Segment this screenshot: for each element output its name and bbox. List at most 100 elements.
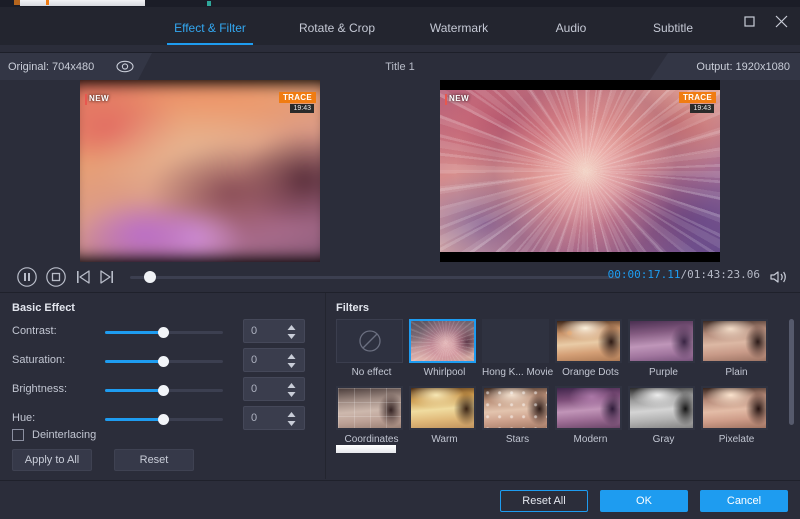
tab-bar: Effect & Filter Rotate & Crop Watermark …: [0, 7, 800, 52]
saturation-stepper[interactable]: 0: [243, 348, 305, 372]
output-video-frame: NEW TRACE 19:43: [440, 90, 720, 252]
overlay-clock-output: 19:43: [690, 104, 714, 113]
filter-thumb-whirlpool: [409, 319, 476, 363]
volume-icon[interactable]: [768, 268, 790, 286]
filters-horizontal-scrollbar[interactable]: [336, 445, 784, 453]
overlay-new-label: NEW: [89, 94, 109, 103]
filter-label-purple: Purple: [628, 367, 699, 378]
saturation-slider-fill: [105, 360, 164, 363]
settings-area: Basic Effect Contrast: 0 Saturation:: [0, 293, 800, 479]
next-frame-icon[interactable]: [98, 268, 116, 286]
brightness-stepper[interactable]: 0: [243, 377, 305, 401]
filter-thumb-no-effect: [336, 319, 403, 363]
filters-panel: Filters No effect: [326, 293, 800, 479]
hue-slider[interactable]: [105, 418, 223, 421]
brightness-slider[interactable]: [105, 389, 223, 392]
brightness-slider-handle[interactable]: [158, 385, 169, 396]
total-time: 01:43:23.06: [687, 268, 760, 281]
contrast-slider-fill: [105, 331, 164, 334]
saturation-value: 0: [251, 354, 257, 366]
tab-rotate-crop[interactable]: Rotate & Crop: [287, 7, 387, 52]
contrast-stepper[interactable]: 0: [243, 319, 305, 343]
tab-audio-label: Audio: [531, 13, 611, 43]
output-resolution-label: Output: 1920x1080: [696, 61, 790, 73]
filter-thumb-stars: [482, 386, 549, 430]
brightness-slider-fill: [105, 389, 164, 392]
pause-icon[interactable]: [16, 266, 38, 288]
overlay-clock: 19:43: [290, 104, 314, 113]
hue-label: Hue:: [12, 412, 35, 424]
filter-item-warm[interactable]: Warm: [409, 386, 480, 445]
tab-audio[interactable]: Audio: [531, 7, 611, 52]
filter-item-orange-dots[interactable]: Orange Dots: [555, 319, 626, 378]
apply-to-all-button[interactable]: Apply to All: [12, 449, 92, 471]
filter-item-coordinates[interactable]: Coordinates: [336, 386, 407, 445]
deinterlacing-checkbox-box[interactable]: [12, 429, 24, 441]
hue-slider-handle[interactable]: [158, 414, 169, 425]
deinterlacing-checkbox[interactable]: Deinterlacing: [12, 429, 96, 441]
filter-thumb-plain: [701, 319, 768, 363]
eye-icon[interactable]: [115, 58, 135, 75]
tab-effect-filter-label: Effect & Filter: [160, 13, 260, 43]
brightness-stepper-arrows[interactable]: [286, 381, 297, 399]
filters-vertical-scrollbar[interactable]: [789, 319, 794, 459]
filter-item-purple[interactable]: Purple: [628, 319, 699, 378]
contrast-label: Contrast:: [12, 325, 57, 337]
filter-item-hong-kong-movie[interactable]: Hong K... Movie: [482, 319, 553, 378]
contrast-stepper-arrows[interactable]: [286, 323, 297, 341]
filter-thumb-hong-kong-movie: [482, 319, 549, 363]
reset-button[interactable]: Reset: [114, 449, 194, 471]
dialog-footer: Reset All OK Cancel: [0, 480, 800, 519]
time-display: 00:00:17.11/01:43:23.06: [608, 268, 760, 281]
tab-effect-filter[interactable]: Effect & Filter: [160, 7, 260, 52]
tab-subtitle[interactable]: Subtitle: [633, 7, 713, 52]
reset-all-button[interactable]: Reset All: [500, 490, 588, 512]
filter-item-pixelate[interactable]: Pixelate: [701, 386, 772, 445]
ok-button[interactable]: OK: [600, 490, 688, 512]
seek-slider[interactable]: [130, 276, 620, 279]
output-frame-image: [440, 90, 720, 252]
filters-horizontal-scrollbar-thumb[interactable]: [336, 445, 396, 453]
filter-thumb-modern: [555, 386, 622, 430]
original-resolution-label: Original: 704x480: [8, 61, 94, 73]
saturation-slider[interactable]: [105, 360, 223, 363]
background-window-strip: [0, 0, 800, 7]
original-preview[interactable]: NEW TRACE 19:43: [80, 80, 320, 262]
current-time: 00:00:17.11: [608, 268, 681, 281]
filter-item-plain[interactable]: Plain: [701, 319, 772, 378]
basic-effect-panel: Basic Effect Contrast: 0 Saturation:: [0, 293, 325, 479]
filter-item-no-effect[interactable]: No effect: [336, 319, 407, 378]
filter-thumb-purple: [628, 319, 695, 363]
overlay-new-label-output: NEW: [449, 94, 469, 103]
filter-item-gray[interactable]: Gray: [628, 386, 699, 445]
brightness-label: Brightness:: [12, 383, 67, 395]
previous-frame-icon[interactable]: [74, 268, 92, 286]
tab-watermark[interactable]: Watermark: [409, 7, 509, 52]
preview-panes: NEW TRACE 19:43 NEW TRACE 19:43: [0, 80, 800, 262]
brightness-value: 0: [251, 383, 257, 395]
saturation-stepper-arrows[interactable]: [286, 352, 297, 370]
contrast-slider-handle[interactable]: [158, 327, 169, 338]
hue-stepper-arrows[interactable]: [286, 410, 297, 428]
contrast-value: 0: [251, 325, 257, 337]
saturation-label: Saturation:: [12, 354, 65, 366]
tab-watermark-label: Watermark: [409, 13, 509, 43]
filters-vertical-scrollbar-thumb[interactable]: [789, 319, 794, 425]
filter-label-orange-dots: Orange Dots: [555, 367, 626, 378]
filter-item-whirlpool[interactable]: Whirlpool: [409, 319, 480, 378]
seek-slider-handle[interactable]: [144, 271, 156, 283]
brightness-row: Brightness: 0: [0, 377, 325, 403]
original-frame-image: [80, 84, 320, 259]
output-preview[interactable]: NEW TRACE 19:43: [440, 80, 720, 262]
saturation-slider-handle[interactable]: [158, 356, 169, 367]
contrast-row: Contrast: 0: [0, 319, 325, 345]
contrast-slider[interactable]: [105, 331, 223, 334]
filter-label-hong-kong-movie: Hong K... Movie: [482, 367, 553, 378]
filter-label-pixelate: Pixelate: [701, 434, 772, 445]
basic-effect-buttons: Apply to All Reset: [12, 449, 194, 471]
filter-item-modern[interactable]: Modern: [555, 386, 626, 445]
hue-stepper[interactable]: 0: [243, 406, 305, 430]
stop-icon[interactable]: [45, 266, 67, 288]
cancel-button[interactable]: Cancel: [700, 490, 788, 512]
filter-item-stars[interactable]: Stars: [482, 386, 553, 445]
